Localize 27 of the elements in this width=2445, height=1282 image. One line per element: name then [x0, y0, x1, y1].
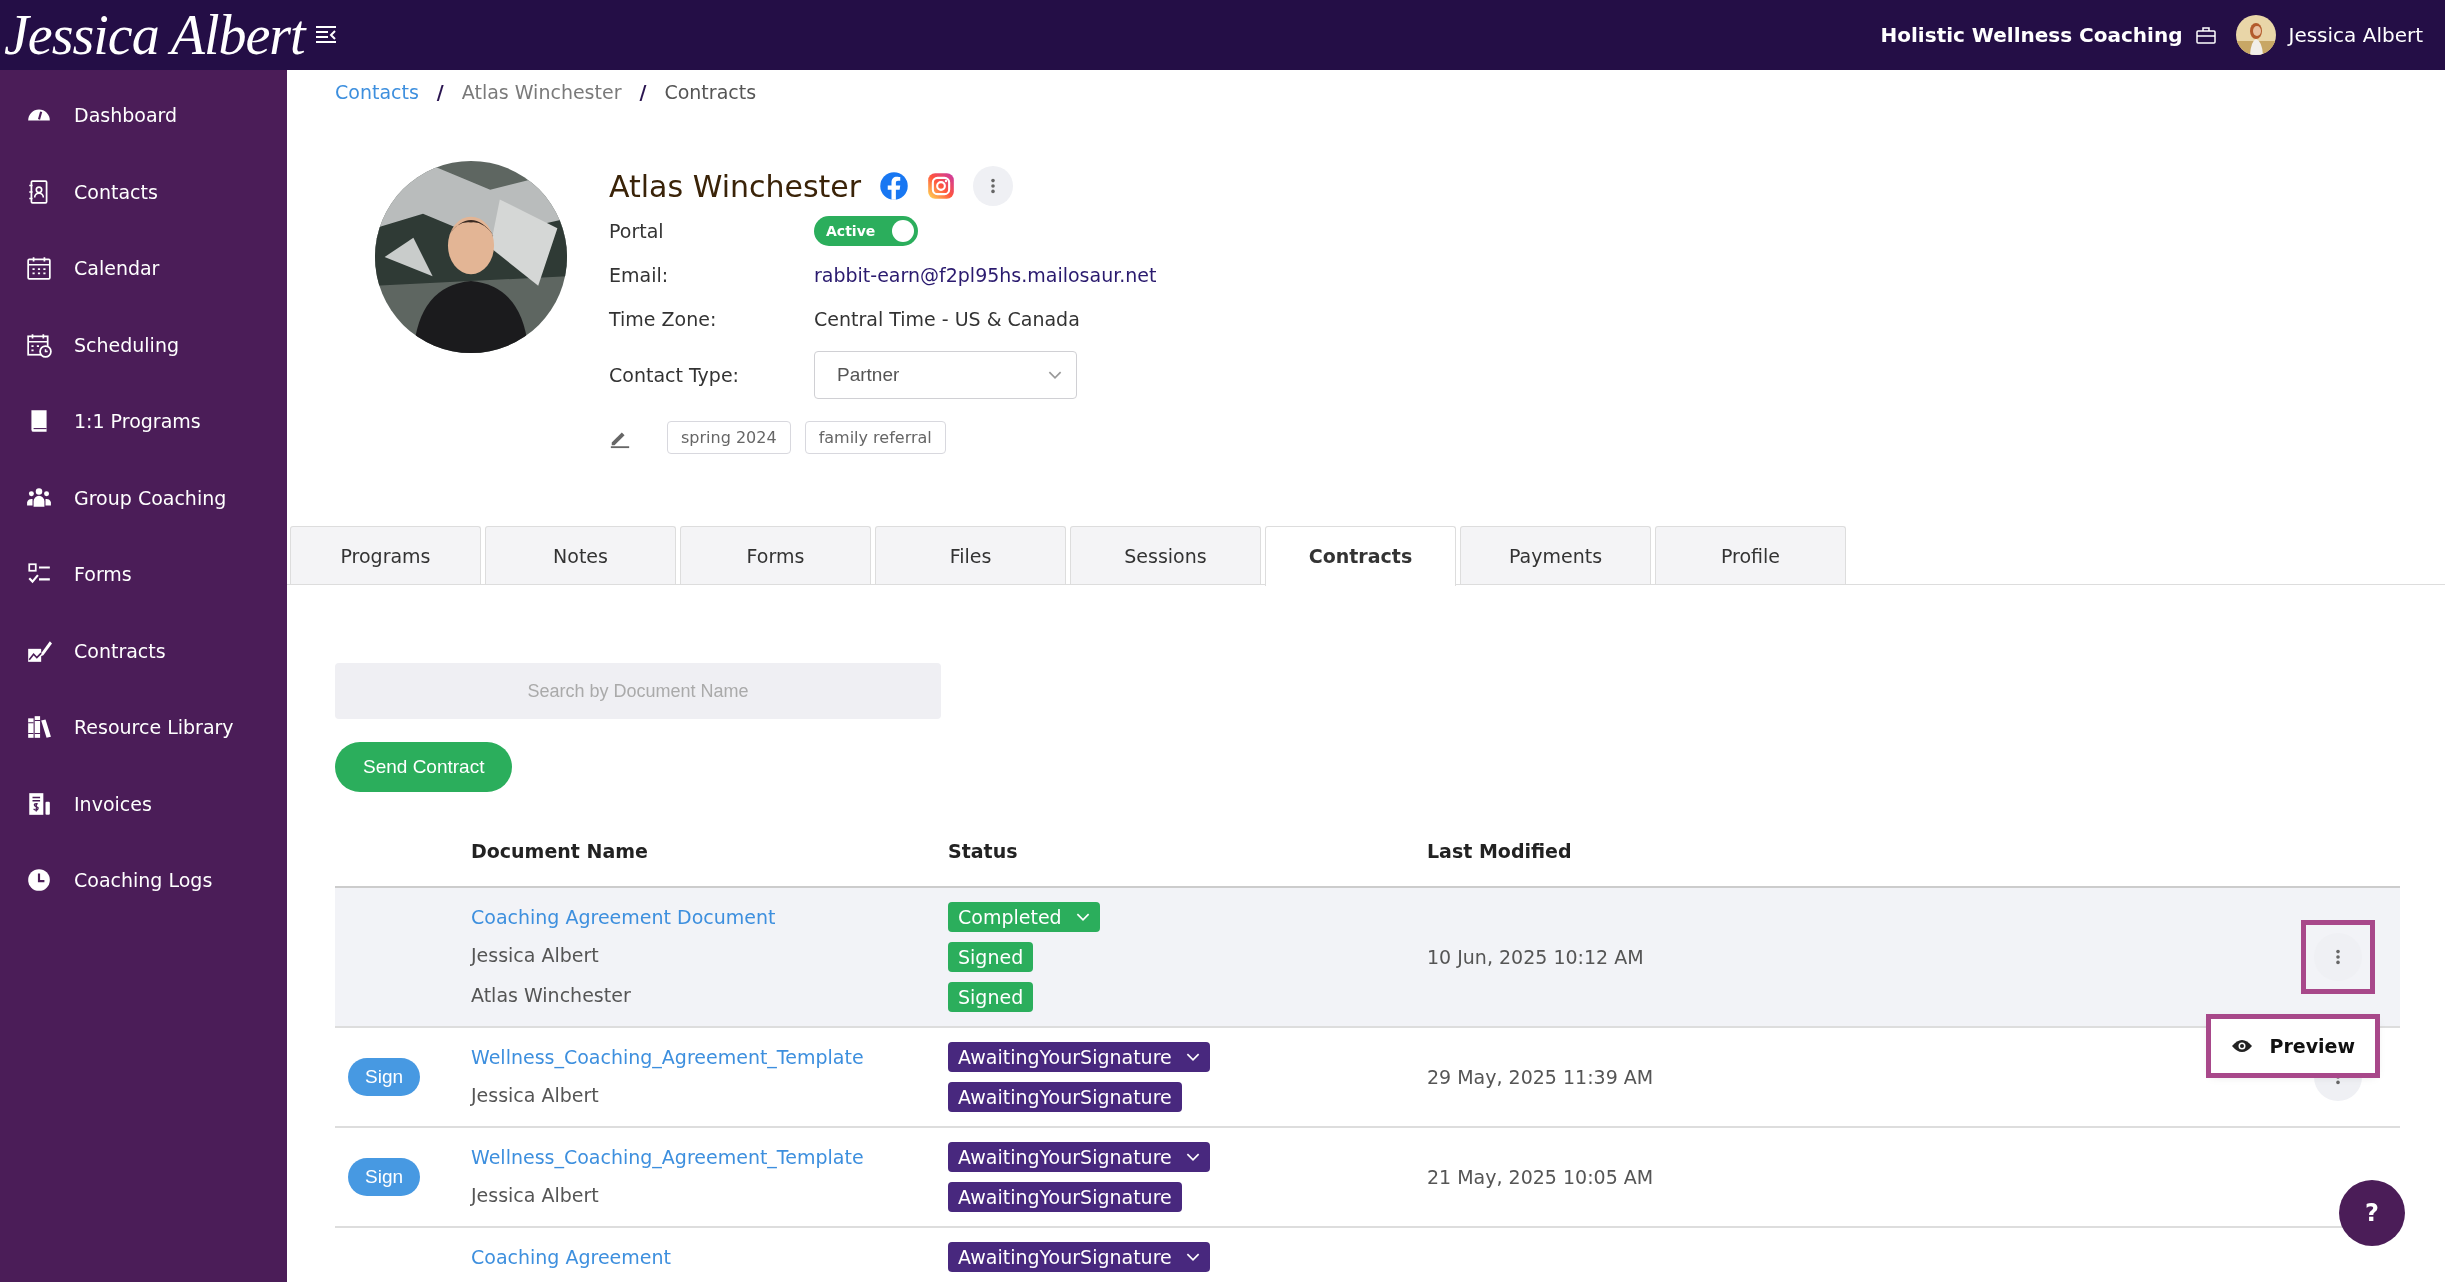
column-header: Status — [948, 840, 1019, 862]
status-badge: AwaitingYourSignature — [948, 1182, 1182, 1212]
contact-name: Atlas Winchester — [609, 168, 862, 204]
business-name: Holistic Wellness Coaching — [1880, 23, 2183, 47]
breadcrumb-item: Atlas Winchester — [461, 81, 622, 103]
field-label: Time Zone: — [609, 308, 718, 330]
table-cell: 10 Jun, 2025 10:12 AM — [1427, 946, 1644, 968]
breadcrumb-item: Contracts — [664, 81, 757, 103]
field-label: Email: — [609, 264, 670, 286]
signer-name: Jessica Albert — [471, 943, 600, 968]
table-cell: 29 May, 2025 11:39 AM — [1427, 1066, 1654, 1088]
table-cell: 21 May, 2025 10:05 AM — [1427, 1166, 1654, 1188]
breadcrumb-separator: / — [436, 81, 444, 103]
status-badge: Signed — [948, 942, 1034, 972]
tag: family referral — [804, 421, 946, 454]
signer-name: Jessica Albert — [471, 1183, 600, 1208]
field-label: Contact Type: — [609, 364, 740, 386]
status-badge: Signed — [948, 982, 1034, 1012]
column-header: Last Modified — [1427, 840, 1573, 862]
breadcrumb-separator: / — [639, 81, 647, 103]
field-label: Portal — [609, 220, 665, 242]
signer-name: Jessica Albert — [471, 1083, 600, 1108]
column-header: Document Name — [471, 840, 649, 862]
status-badge: AwaitingYourSignature — [948, 1082, 1182, 1112]
tag: spring 2024 — [667, 421, 791, 454]
signer-name: Atlas Winchester — [471, 983, 632, 1008]
field-value: Central Time - US & Canada — [814, 308, 1080, 330]
